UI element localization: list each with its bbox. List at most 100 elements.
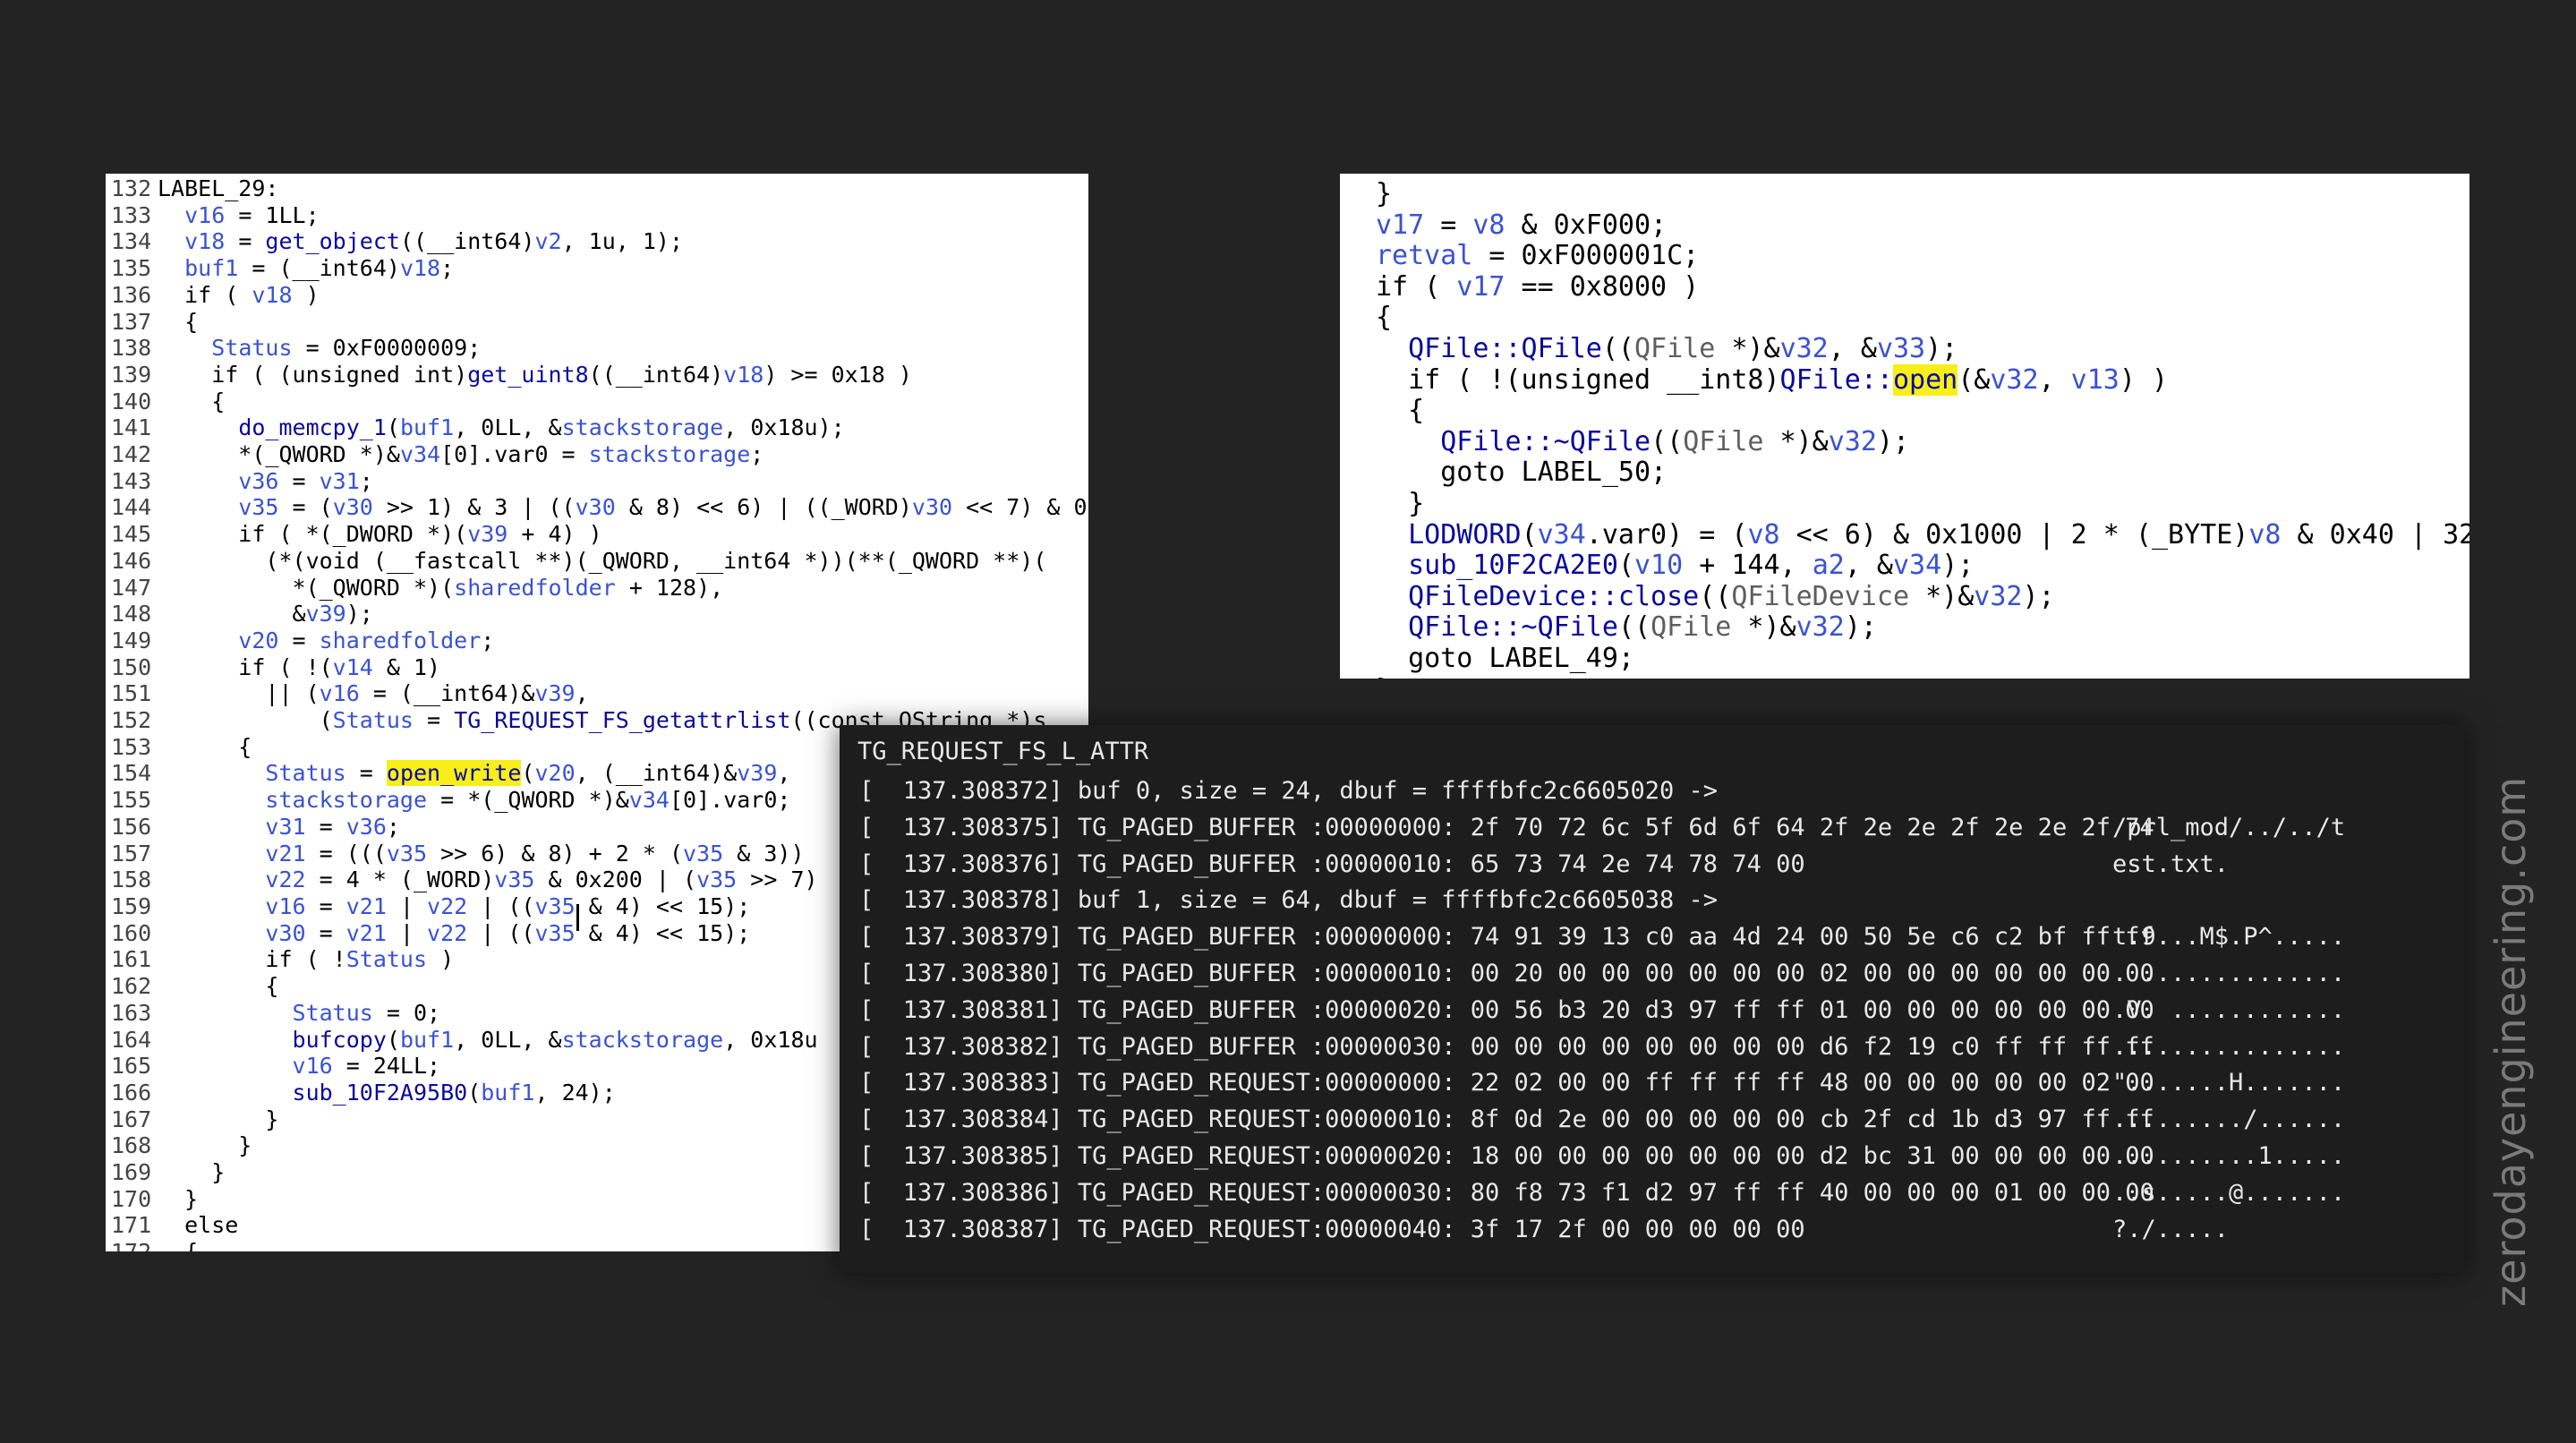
line-number: 144	[111, 494, 152, 521]
line-number: 145	[111, 521, 152, 548]
log-text: [ 137.308379] TG_PAGED_BUFFER :00000000:…	[859, 923, 2154, 952]
code-token: v18	[723, 361, 764, 388]
log-line: [ 137.308380] TG_PAGED_BUFFER :00000010:…	[859, 956, 2345, 993]
code-token: if ( *(_DWORD *)(	[158, 521, 468, 548]
code-token: if ( (unsigned int)	[158, 361, 468, 388]
code-line: retval = 0xF000001C;	[1376, 240, 2469, 272]
code-token: v34	[1537, 518, 1586, 551]
code-token: =	[305, 919, 346, 946]
log-ascii: ........./......	[2112, 1106, 2346, 1134]
log-ascii: /prl_mod/../../t	[2112, 813, 2346, 841]
code-token: .var0) = (	[1585, 518, 1748, 551]
code-token: if ( !(	[158, 653, 333, 680]
code-token: sharedfolder	[319, 627, 482, 653]
code-token: ,	[575, 680, 589, 707]
code-token: >> 7)	[737, 867, 818, 893]
code-token: & 3))	[723, 840, 805, 867]
code-token: goto LABEL_49;	[1376, 642, 1634, 674]
code-token: =	[345, 760, 387, 787]
code-token: v36	[345, 813, 387, 840]
code-token: & 8) << 6) | ((_WORD)	[615, 494, 912, 521]
code-token: |	[386, 892, 428, 919]
code-token: , 0x18u	[723, 1026, 818, 1053]
code-token: v20	[534, 760, 576, 787]
code-token: =	[278, 467, 320, 494]
code-token: ((	[1699, 580, 1732, 612]
log-line: [ 137.308376] TG_PAGED_BUFFER :00000010:…	[859, 847, 2345, 884]
code-token: [0].var0 =	[440, 441, 589, 468]
code-token: sub_10F2A95B0	[292, 1079, 468, 1106]
code-token: v30	[911, 494, 953, 521]
code-token: (	[386, 414, 400, 441]
code-token: Status	[211, 335, 293, 362]
code-token: = 4 * (_WORD)	[305, 867, 495, 893]
code-token: v16	[184, 201, 226, 228]
code-token: }	[1376, 178, 1393, 209]
code-line: QFile::QFile((QFile *)&v32, &v33);	[1376, 332, 2469, 365]
code-token: stackstorage	[561, 414, 724, 441]
code-token: , 0LL, &	[454, 1026, 562, 1053]
log-ascii: ..s.....@.......	[2112, 1178, 2346, 1207]
code-token: v32	[1974, 580, 2023, 612]
code-token: v16	[265, 892, 306, 919]
code-token: v35	[238, 494, 279, 521]
code-line: goto LABEL_50;	[1376, 457, 2469, 489]
log-line: [ 137.308387] TG_PAGED_REQUEST:00000040:…	[859, 1212, 2345, 1249]
code-token: buf1	[399, 414, 455, 441]
code-token: QFile	[1634, 332, 1716, 364]
code-token: Status	[265, 760, 346, 787]
code-token: *)&	[1731, 611, 1796, 644]
code-line: v17 = v8 & 0xF000;	[1376, 209, 2469, 242]
code-token: v30	[575, 494, 616, 521]
code-line: 147 *(_QWORD *)(sharedfolder + 128),	[111, 575, 1088, 602]
code-token: v35	[534, 919, 576, 946]
code-token: {	[158, 308, 199, 335]
log-ascii: ".......H.......	[2112, 1069, 2346, 1097]
code-token: sharedfolder	[454, 574, 616, 601]
code-token: = 0xF0000009;	[292, 335, 482, 362]
code-line: 148 &v39);	[111, 601, 1088, 628]
watermark: zerodayengineering.com	[2486, 775, 2535, 1307]
code-line: {	[1376, 395, 2469, 427]
code-token: do_memcpy_1	[238, 414, 387, 441]
code-line: 134 v18 = get_object((__int64)v2, 1u, 1)…	[111, 228, 1088, 255]
code-token: v10	[1634, 550, 1684, 582]
code-token: }	[1376, 674, 1392, 679]
code-token: v20	[238, 627, 279, 653]
terminal-lines: [ 137.308372] buf 0, size = 24, dbuf = f…	[859, 773, 2345, 1248]
code-token: QFile	[1651, 611, 1732, 644]
log-ascii: ?./.....	[2112, 1215, 2230, 1243]
line-number: 156	[111, 813, 152, 840]
code-token: + 144,	[1683, 550, 1813, 582]
code-token: if ( !	[158, 946, 346, 973]
code-line: 135 buf1 = (__int64)v18;	[111, 255, 1088, 282]
code-token: v30	[265, 919, 306, 946]
code-token: , 0x18u);	[723, 414, 845, 441]
code-token: = (__int64)&	[359, 680, 535, 707]
log-line: [ 137.308379] TG_PAGED_BUFFER :00000000:…	[859, 919, 2345, 956]
code-token: == 0x8000 )	[1505, 270, 1700, 303]
line-number: 153	[111, 733, 152, 760]
code-token: v16	[292, 1053, 333, 1080]
highlighted-symbol: open_write	[386, 760, 522, 787]
code-token: stackstorage	[265, 787, 428, 814]
code-token: | ((	[467, 892, 535, 919]
code-token: buf1	[399, 1026, 455, 1053]
log-text: [ 137.308376] TG_PAGED_BUFFER :00000010:…	[859, 850, 1805, 878]
line-number: 165	[111, 1053, 152, 1080]
code-token: LODWORD	[1408, 518, 1522, 551]
code-token: get_object	[265, 228, 400, 255]
code-token: =	[225, 228, 266, 255]
